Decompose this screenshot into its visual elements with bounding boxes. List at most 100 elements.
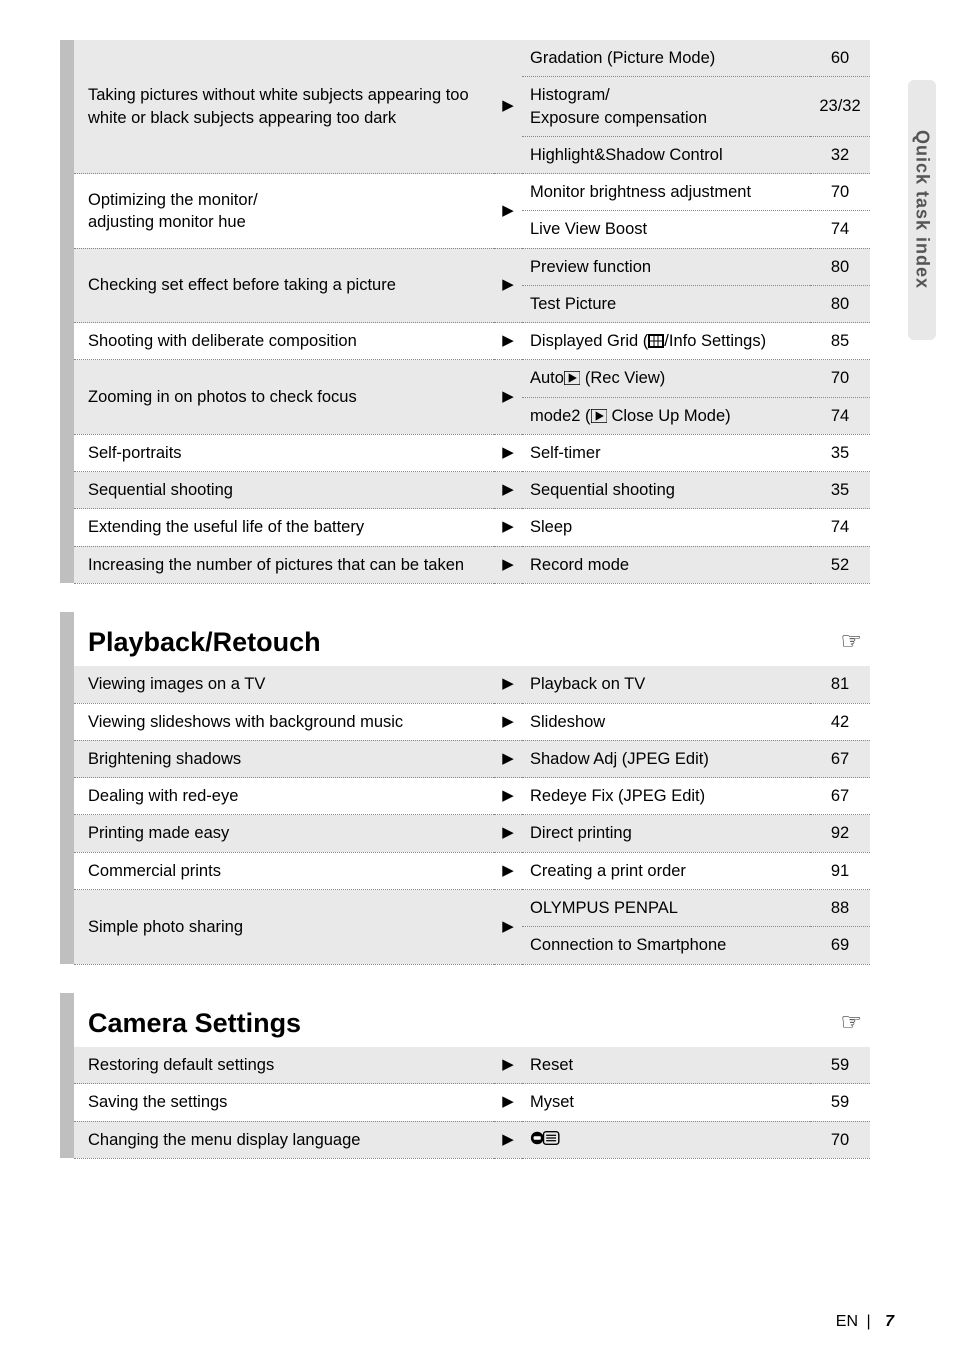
topic-cell: Saving the settings [74, 1084, 494, 1121]
index-table-settings: Camera Settings ☞ Restoring default sett… [60, 993, 870, 1159]
lang-icon [522, 1121, 810, 1158]
arrow-icon: ▶ [494, 815, 522, 852]
topic-cell: Brightening shadows [74, 740, 494, 777]
topic-cell: Self-portraits [74, 434, 494, 471]
page-cell: 42 [810, 703, 870, 740]
target-cell: Redeye Fix (JPEG Edit) [522, 778, 810, 815]
page-cell: 81 [810, 666, 870, 703]
table-row: Sequential shooting ▶ Sequential shootin… [60, 472, 870, 509]
table-row: Zooming in on photos to check focus ▶ Au… [60, 360, 870, 397]
topic-cell: Restoring default settings [74, 1047, 494, 1084]
arrow-icon: ▶ [494, 323, 522, 360]
arrow-icon: ▶ [494, 890, 522, 965]
arrow-icon: ▶ [494, 1084, 522, 1121]
page-cell: 70 [810, 360, 870, 397]
table-row: Simple photo sharing ▶ OLYMPUS PENPAL 88 [60, 890, 870, 927]
target-cell: mode2 ( Close Up Mode) [522, 397, 810, 434]
index-table-shooting: Taking pictures without white subjects a… [60, 40, 870, 584]
target-cell: Creating a print order [522, 852, 810, 889]
target-cell: Slideshow [522, 703, 810, 740]
page-footer: EN | 7 [836, 1313, 894, 1331]
page-cell: 60 [810, 40, 870, 77]
target-cell: Reset [522, 1047, 810, 1084]
table-row: Viewing images on a TV ▶ Playback on TV … [60, 666, 870, 703]
target-cell: Preview function [522, 248, 810, 285]
table-row: Printing made easy ▶ Direct printing 92 [60, 815, 870, 852]
target-cell: Displayed Grid (/Info Settings) [522, 323, 810, 360]
side-tab-label: Quick task index [912, 130, 933, 289]
table-row: Restoring default settings ▶ Reset 59 [60, 1047, 870, 1084]
page-cell: 67 [810, 740, 870, 777]
table-row: Shooting with deliberate composition ▶ D… [60, 323, 870, 360]
target-cell: Live View Boost [522, 211, 810, 248]
table-row: Optimizing the monitor/adjusting monitor… [60, 174, 870, 211]
section-title: Camera Settings [74, 993, 522, 1047]
playback-icon [591, 409, 607, 423]
target-cell: Myset [522, 1084, 810, 1121]
target-cell: Sleep [522, 509, 810, 546]
arrow-icon: ▶ [494, 546, 522, 583]
arrow-icon: ▶ [494, 1121, 522, 1158]
table-row: Changing the menu display language ▶ 70 [60, 1121, 870, 1158]
topic-cell: Simple photo sharing [74, 890, 494, 965]
page-cell: 70 [810, 1121, 870, 1158]
topic-cell: Printing made easy [74, 815, 494, 852]
arrow-icon: ▶ [494, 360, 522, 435]
topic-cell: Zooming in on photos to check focus [74, 360, 494, 435]
page-cell: 85 [810, 323, 870, 360]
target-cell: OLYMPUS PENPAL [522, 890, 810, 927]
arrow-icon: ▶ [494, 778, 522, 815]
grid-icon [648, 334, 664, 348]
page-cell: 52 [810, 546, 870, 583]
section-bar [60, 993, 74, 1159]
target-cell: Record mode [522, 546, 810, 583]
table-row: Self-portraits ▶ Self-timer 35 [60, 434, 870, 471]
page-cell: 80 [810, 285, 870, 322]
topic-cell: Changing the menu display language [74, 1121, 494, 1158]
target-cell: Test Picture [522, 285, 810, 322]
page-cell: 23/32 [810, 77, 870, 137]
topic-cell: Shooting with deliberate composition [74, 323, 494, 360]
page-cell: 35 [810, 472, 870, 509]
page-cell: 69 [810, 927, 870, 964]
index-table-playback: Playback/Retouch ☞ Viewing images on a T… [60, 612, 870, 965]
page-cell: 80 [810, 248, 870, 285]
arrow-icon: ▶ [494, 248, 522, 323]
page-cell: 59 [810, 1084, 870, 1121]
topic-cell: Sequential shooting [74, 472, 494, 509]
arrow-icon: ▶ [494, 703, 522, 740]
target-cell: Auto (Rec View) [522, 360, 810, 397]
section-bar [60, 612, 74, 964]
hand-icon: ☞ [522, 612, 870, 666]
arrow-icon: ▶ [494, 852, 522, 889]
table-row: Increasing the number of pictures that c… [60, 546, 870, 583]
target-cell: Playback on TV [522, 666, 810, 703]
arrow-icon: ▶ [494, 40, 522, 174]
arrow-icon: ▶ [494, 509, 522, 546]
topic-cell: Checking set effect before taking a pict… [74, 248, 494, 323]
table-row: Dealing with red-eye ▶ Redeye Fix (JPEG … [60, 778, 870, 815]
page-cell: 91 [810, 852, 870, 889]
arrow-icon: ▶ [494, 740, 522, 777]
section-header: Camera Settings ☞ [60, 993, 870, 1047]
table-row: Commercial prints ▶ Creating a print ord… [60, 852, 870, 889]
topic-cell: Commercial prints [74, 852, 494, 889]
arrow-icon: ▶ [494, 174, 522, 249]
page-cell: 67 [810, 778, 870, 815]
page-cell: 59 [810, 1047, 870, 1084]
target-cell: Shadow Adj (JPEG Edit) [522, 740, 810, 777]
footer-sep: | [866, 1313, 870, 1330]
topic-cell: Viewing slideshows with background music [74, 703, 494, 740]
page-cell: 35 [810, 434, 870, 471]
hand-icon: ☞ [522, 993, 870, 1047]
table-row: Brightening shadows ▶ Shadow Adj (JPEG E… [60, 740, 870, 777]
page-cell: 74 [810, 211, 870, 248]
page-cell: 70 [810, 174, 870, 211]
topic-cell: Extending the useful life of the battery [74, 509, 494, 546]
arrow-icon: ▶ [494, 434, 522, 471]
footer-lang: EN [836, 1313, 858, 1330]
topic-cell: Taking pictures without white subjects a… [74, 40, 494, 174]
table-row: Taking pictures without white subjects a… [60, 40, 870, 77]
target-cell: Sequential shooting [522, 472, 810, 509]
arrow-icon: ▶ [494, 472, 522, 509]
